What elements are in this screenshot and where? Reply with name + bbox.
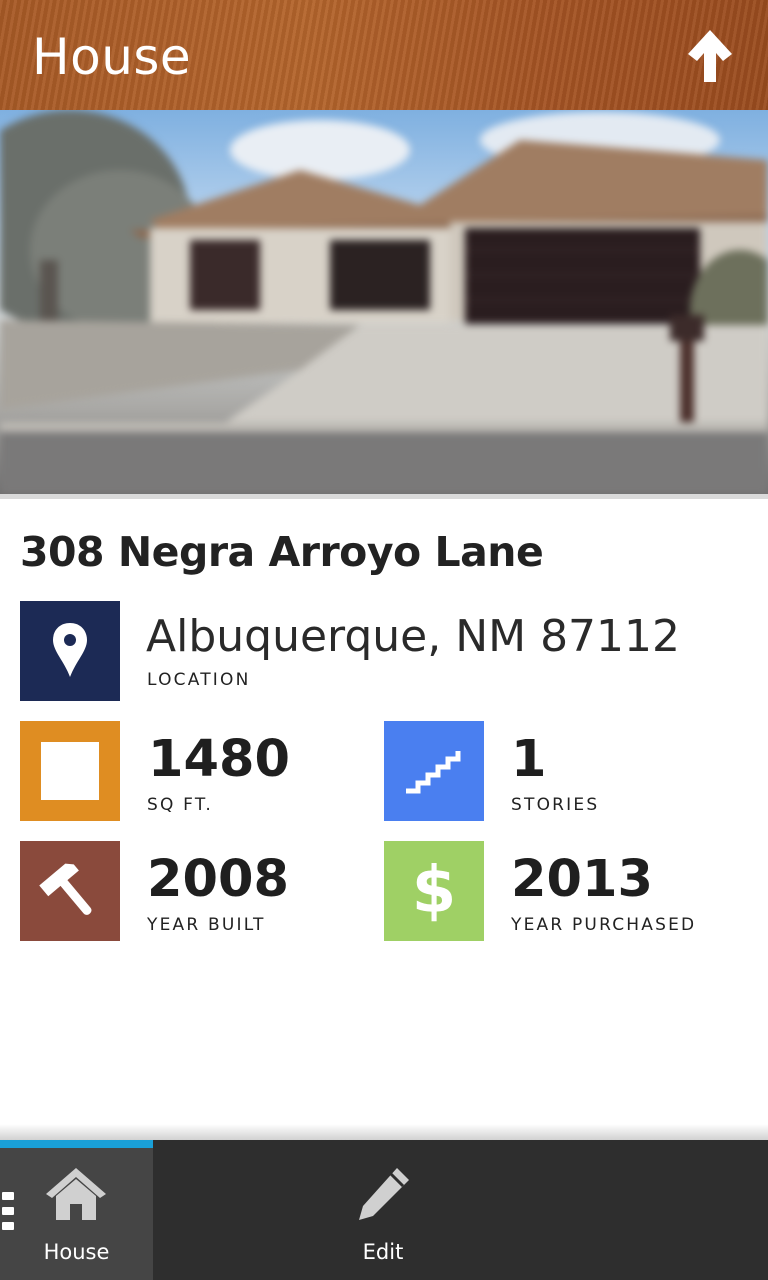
stories-label: STORIES <box>511 795 600 815</box>
sqft-label: SQ FT. <box>147 795 214 815</box>
map-pin-icon <box>53 623 87 677</box>
year-purchased-tile: $ <box>384 841 484 941</box>
location-tile <box>20 601 120 701</box>
year-purchased-label: YEAR PURCHASED <box>511 915 697 935</box>
action-bar: House Edit <box>0 1140 768 1280</box>
overflow-menu-icon[interactable] <box>2 1192 16 1240</box>
location-value: Albuquerque, NM 87112 <box>146 611 681 662</box>
pencil-icon <box>359 1168 409 1220</box>
year-purchased-value: 2013 <box>511 850 653 909</box>
up-button[interactable] <box>672 18 748 94</box>
year-built-label: YEAR BUILT <box>147 915 266 935</box>
home-icon <box>46 1168 106 1220</box>
stories-tile <box>384 721 484 821</box>
house-photo <box>0 110 768 494</box>
action-bar-shadow <box>0 1124 768 1140</box>
tab-edit[interactable]: Edit <box>153 1140 613 1280</box>
square-icon <box>41 742 99 800</box>
page-title: House <box>32 28 192 86</box>
sqft-value: 1480 <box>148 730 290 789</box>
year-built-value: 2008 <box>147 850 289 909</box>
tab-house[interactable]: House <box>0 1140 153 1280</box>
up-arrow-icon <box>688 30 732 82</box>
hammer-icon <box>39 863 92 915</box>
title-bar: House <box>0 0 768 110</box>
sqft-tile <box>20 721 120 821</box>
tab-house-label: House <box>43 1240 110 1264</box>
stairs-icon <box>406 751 461 794</box>
location-label: LOCATION <box>147 670 251 690</box>
tab-edit-label: Edit <box>362 1240 404 1264</box>
divider <box>0 494 768 499</box>
dollar-icon: $ <box>411 854 457 928</box>
year-built-tile <box>20 841 120 941</box>
property-address: 308 Negra Arroyo Lane <box>20 528 544 576</box>
stories-value: 1 <box>511 730 547 789</box>
